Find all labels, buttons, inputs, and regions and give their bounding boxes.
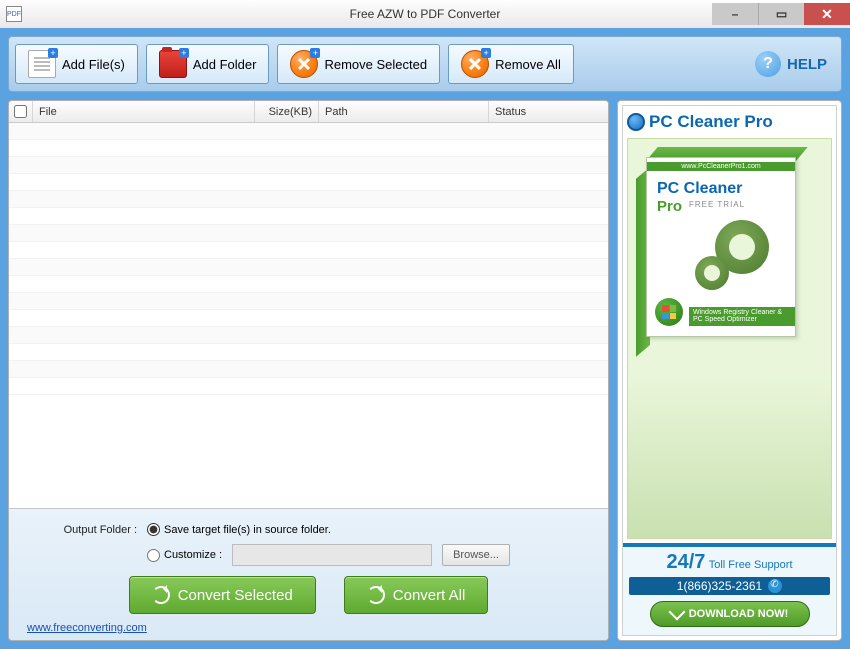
ad-support-hours: 24/7 bbox=[666, 551, 705, 573]
source-folder-radio[interactable] bbox=[147, 523, 160, 536]
table-row bbox=[9, 242, 608, 259]
custom-path-input[interactable] bbox=[232, 544, 432, 566]
table-row bbox=[9, 361, 608, 378]
remove-selected-label: Remove Selected bbox=[324, 57, 427, 72]
folder-icon: + bbox=[159, 50, 187, 78]
ad-logo-icon bbox=[627, 113, 645, 131]
table-row bbox=[9, 276, 608, 293]
header-size[interactable]: Size(KB) bbox=[255, 101, 319, 122]
window-controls: – ▭ ✕ bbox=[712, 3, 850, 25]
content-area: + Add File(s) + Add Folder + Remove Sele… bbox=[0, 28, 850, 649]
ad-product-name2: Pro bbox=[657, 198, 682, 215]
close-button[interactable]: ✕ bbox=[804, 3, 850, 25]
header-file[interactable]: File bbox=[33, 101, 255, 122]
left-pane: File Size(KB) Path Status bbox=[8, 100, 609, 641]
convert-selected-label: Convert Selected bbox=[178, 587, 293, 604]
browse-button[interactable]: Browse... bbox=[442, 544, 510, 566]
ad-product-name1: PC Cleaner bbox=[657, 180, 742, 198]
table-row bbox=[9, 123, 608, 140]
output-panel: Output Folder : Save target file(s) in s… bbox=[9, 508, 608, 640]
customize-option[interactable]: Customize : bbox=[147, 549, 222, 562]
ad-url: www.PcCleanerPro1.com bbox=[647, 162, 795, 171]
table-row bbox=[9, 225, 608, 242]
refresh-icon bbox=[152, 586, 170, 604]
minimize-button[interactable]: – bbox=[712, 3, 758, 25]
ad-content[interactable]: PC Cleaner Pro www.PcCleanerPro1.com PC … bbox=[622, 105, 837, 636]
ad-phone: 1(866)325-2361 bbox=[629, 577, 830, 595]
titlebar: PDF Free AZW to PDF Converter – ▭ ✕ bbox=[0, 0, 850, 28]
toolbar: + Add File(s) + Add Folder + Remove Sele… bbox=[8, 36, 842, 92]
add-folder-button[interactable]: + Add Folder bbox=[146, 44, 270, 84]
refresh-icon bbox=[367, 586, 385, 604]
ad-support: 24/7 Toll Free Support 1(866)325-2361 DO… bbox=[623, 543, 836, 635]
table-row bbox=[9, 140, 608, 157]
ad-product-box: www.PcCleanerPro1.com PC Cleaner Pro FRE… bbox=[627, 138, 832, 539]
ad-brand: PC Cleaner Pro bbox=[649, 112, 773, 132]
ad-phone-number: 1(866)325-2361 bbox=[677, 579, 762, 593]
ad-trial: FREE TRIAL bbox=[689, 200, 745, 209]
ad-panel: PC Cleaner Pro www.PcCleanerPro1.com PC … bbox=[617, 100, 842, 641]
table-row bbox=[9, 344, 608, 361]
download-label: DOWNLOAD NOW! bbox=[689, 608, 789, 620]
add-files-button[interactable]: + Add File(s) bbox=[15, 44, 138, 84]
convert-all-label: Convert All bbox=[393, 587, 466, 604]
source-folder-text: Save target file(s) in source folder. bbox=[164, 524, 331, 536]
help-label: HELP bbox=[787, 56, 827, 73]
document-icon: + bbox=[28, 50, 56, 78]
convert-selected-button[interactable]: Convert Selected bbox=[129, 576, 316, 614]
table-row bbox=[9, 378, 608, 395]
remove-selected-button[interactable]: + Remove Selected bbox=[277, 44, 440, 84]
download-now-button[interactable]: DOWNLOAD NOW! bbox=[650, 601, 810, 627]
maximize-button[interactable]: ▭ bbox=[758, 3, 804, 25]
table-row bbox=[9, 208, 608, 225]
grid-header: File Size(KB) Path Status bbox=[9, 101, 608, 123]
app-window: PDF Free AZW to PDF Converter – ▭ ✕ + Ad… bbox=[0, 0, 850, 649]
grid-body[interactable] bbox=[9, 123, 608, 508]
table-row bbox=[9, 259, 608, 276]
remove-all-label: Remove All bbox=[495, 57, 561, 72]
table-row bbox=[9, 157, 608, 174]
customize-text: Customize : bbox=[164, 549, 222, 561]
source-folder-option[interactable]: Save target file(s) in source folder. bbox=[147, 523, 331, 536]
download-icon bbox=[668, 604, 685, 621]
footer-link[interactable]: www.freeconverting.com bbox=[27, 622, 147, 634]
table-row bbox=[9, 191, 608, 208]
help-icon: ? bbox=[755, 51, 781, 77]
table-row bbox=[9, 293, 608, 310]
windows-icon bbox=[655, 298, 683, 326]
header-path[interactable]: Path bbox=[319, 101, 489, 122]
phone-icon bbox=[768, 579, 782, 593]
remove-all-button[interactable]: + Remove All bbox=[448, 44, 574, 84]
header-checkbox-cell bbox=[9, 101, 33, 122]
table-row bbox=[9, 327, 608, 344]
output-folder-label: Output Folder : bbox=[27, 524, 137, 536]
select-all-checkbox[interactable] bbox=[14, 105, 27, 118]
window-title: Free AZW to PDF Converter bbox=[350, 7, 501, 21]
main-row: File Size(KB) Path Status bbox=[8, 100, 842, 641]
header-status[interactable]: Status bbox=[489, 101, 608, 122]
remove-all-icon: + bbox=[461, 50, 489, 78]
convert-row: Convert Selected Convert All bbox=[27, 576, 590, 614]
table-row bbox=[9, 310, 608, 327]
convert-all-button[interactable]: Convert All bbox=[344, 576, 489, 614]
customize-radio[interactable] bbox=[147, 549, 160, 562]
ad-description: Windows Registry Cleaner & PC Speed Opti… bbox=[689, 307, 795, 326]
gear-icon bbox=[695, 220, 769, 294]
app-icon: PDF bbox=[6, 6, 22, 22]
add-folder-label: Add Folder bbox=[193, 57, 257, 72]
remove-icon: + bbox=[290, 50, 318, 78]
add-files-label: Add File(s) bbox=[62, 57, 125, 72]
table-row bbox=[9, 174, 608, 191]
help-button[interactable]: ? HELP bbox=[755, 51, 835, 77]
ad-support-text: Toll Free Support bbox=[709, 559, 793, 571]
